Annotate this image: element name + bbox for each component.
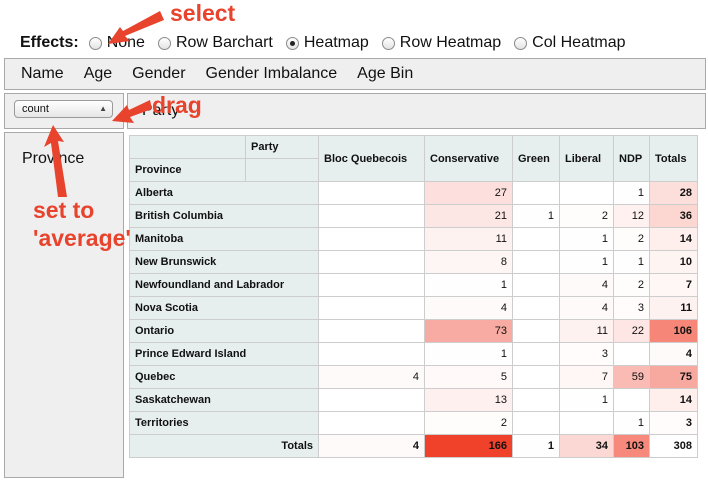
annotation-drag: drag [152, 92, 202, 118]
arrow-to-cols-box [112, 100, 152, 123]
annotation-average: 'average' [33, 225, 131, 251]
annotation-select: select [170, 0, 236, 26]
arrow-to-aggregator [44, 125, 67, 197]
arrow-to-none-radio [108, 11, 164, 44]
annotation-set-to: set to [33, 197, 95, 223]
